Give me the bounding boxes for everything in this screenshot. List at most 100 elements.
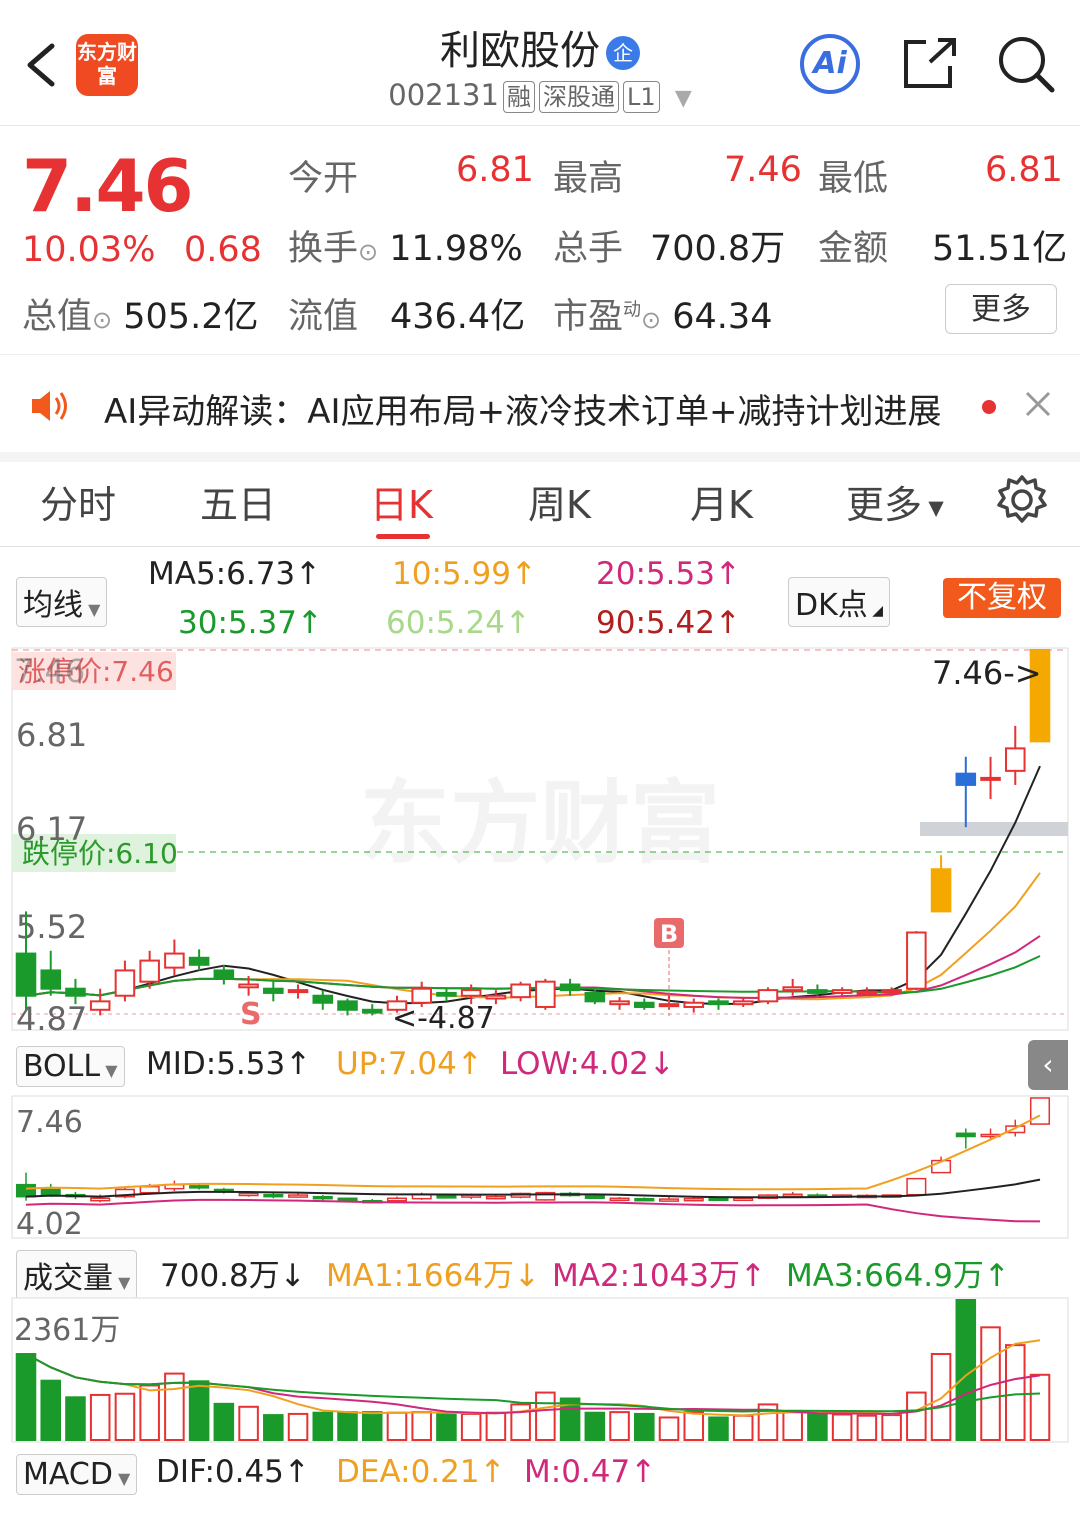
- candle-body: [65, 987, 86, 997]
- candle-body: [906, 931, 927, 990]
- settings-gear-icon[interactable]: [996, 474, 1048, 526]
- boll-candle-body: [15, 1183, 37, 1198]
- svg-text:B: B: [660, 920, 678, 948]
- tab-weekly-k[interactable]: 周K: [528, 474, 591, 529]
- boll-candle-body: [584, 1195, 605, 1200]
- macd-dif: DIF:0.45↑: [156, 1454, 310, 1490]
- volume-ma3: MA3:664.9万↑: [786, 1258, 1010, 1294]
- dk-select[interactable]: DK点 ◢: [788, 577, 890, 627]
- adjust-toggle[interactable]: 不复权: [943, 578, 1061, 618]
- candle-body: [708, 1000, 729, 1006]
- info-icon[interactable]: ⊙: [92, 306, 112, 334]
- boll-axis-top: 7.46: [16, 1105, 83, 1140]
- volume-bar: [361, 1411, 383, 1442]
- candle-body: [831, 989, 853, 994]
- tab-more[interactable]: 更多 ▼: [846, 474, 944, 529]
- volume-bar: [831, 1413, 853, 1441]
- low-value: 6.81: [985, 150, 1063, 190]
- volume-bar: [15, 1353, 37, 1441]
- indicator-select-boll[interactable]: BOLL ▼: [16, 1046, 125, 1087]
- collapse-icon[interactable]: ‹: [1028, 1040, 1068, 1090]
- low-price-pointer: <-4.87: [392, 1001, 495, 1034]
- candle-body: [312, 994, 334, 1004]
- volume-bar: [213, 1402, 235, 1441]
- high-label: 最高: [553, 159, 624, 199]
- ai-button[interactable]: Ai: [800, 34, 860, 94]
- info-icon[interactable]: ⊙: [358, 238, 378, 266]
- tab-five-day[interactable]: 五日: [200, 474, 276, 529]
- volume-bar: [139, 1384, 160, 1441]
- sell-marker[interactable]: S: [240, 997, 262, 1032]
- candle-body: [658, 1003, 680, 1008]
- boll-low: LOW:4.02↓: [500, 1046, 675, 1082]
- candle-body: [188, 956, 210, 966]
- axis-label-3: 6.17: [16, 810, 87, 848]
- search-icon[interactable]: [996, 34, 1056, 94]
- tab-monthly-k[interactable]: 月K: [690, 474, 753, 529]
- change-amount: 0.68: [184, 230, 262, 270]
- boll-candle-body: [238, 1192, 259, 1197]
- level-tag: L1: [622, 81, 660, 113]
- boll-chart[interactable]: 7.46 4.02: [0, 1094, 1080, 1240]
- boll-candle-body: [733, 1197, 754, 1202]
- boll-candle-body: [288, 1194, 309, 1198]
- ma5-value: MA5:6.73↑: [148, 556, 322, 592]
- ma20-value: 20:5.53↑: [596, 556, 741, 592]
- candle-body: [40, 969, 62, 990]
- volume-bar: [782, 1410, 803, 1441]
- candle-body: [807, 989, 828, 994]
- candle-body: [757, 989, 779, 1003]
- ai-news-text[interactable]: AI异动解读：AI应用布局+液冷技术订单+减持计划进展: [104, 384, 942, 433]
- volume-bar: [312, 1411, 334, 1441]
- tab-intraday[interactable]: 分时: [40, 474, 116, 529]
- candle-body: [634, 1001, 655, 1008]
- more-button[interactable]: 更多: [945, 284, 1057, 334]
- candle-body: [881, 989, 902, 994]
- ma60-value: 60:5.24↑: [386, 605, 531, 641]
- volume-bar: [930, 1353, 952, 1441]
- indicator-select-macd[interactable]: MACD ▼: [16, 1454, 138, 1495]
- volume-bar: [708, 1416, 729, 1442]
- volume-bar: [89, 1393, 111, 1441]
- boll-candle-body: [386, 1197, 408, 1202]
- kline-chart[interactable]: 东方财富 涨停价:7.46 跌停价:6.10 7.46 6.81 6.17 5.…: [0, 644, 1080, 1034]
- open-value: 6.81: [456, 150, 534, 190]
- volume-label: 总手: [553, 229, 624, 269]
- close-icon[interactable]: [1024, 390, 1052, 418]
- tab-daily-k[interactable]: 日K: [370, 474, 433, 529]
- volume-bar: [436, 1413, 457, 1441]
- volume-bar: [683, 1411, 705, 1442]
- candle-body: [535, 980, 556, 1008]
- candle-body: [263, 987, 284, 994]
- candle-body: [732, 1000, 754, 1006]
- volume-chart[interactable]: 2361万: [0, 1296, 1080, 1444]
- candle-body: [15, 952, 37, 997]
- volume-bar: [634, 1412, 655, 1442]
- candle-body: [485, 994, 507, 1000]
- top-bar: 东方财富 利欧股份企 002131 融深股通 L1 ▼ Ai: [0, 0, 1080, 126]
- boll-candle-body: [955, 1132, 976, 1138]
- volume-bar: [386, 1411, 408, 1441]
- candle-body: [139, 959, 160, 983]
- watermark: 东方财富: [360, 771, 720, 876]
- info-icon[interactable]: ⊙: [641, 306, 661, 334]
- volume-bar: [732, 1414, 754, 1442]
- ai-news-bar[interactable]: AI异动解读：AI应用布局+液冷技术订单+减持计划进展: [0, 356, 1080, 462]
- boll-candle-body: [189, 1185, 210, 1189]
- pe-item: 市盈动⊙ 64.34: [553, 297, 773, 337]
- speaker-icon: [32, 391, 67, 421]
- dropdown-icon[interactable]: ▼: [675, 86, 692, 111]
- axis-label-top: 7.46: [14, 652, 85, 690]
- indicator-select-ma[interactable]: 均线 ▼: [16, 577, 108, 627]
- volume-ma1: MA1:1664万↓: [326, 1258, 540, 1294]
- candle-body: [559, 983, 581, 992]
- volume-bar: [535, 1391, 556, 1442]
- share-icon[interactable]: [900, 36, 960, 92]
- boll-candle-body: [312, 1195, 333, 1200]
- candle-body: [89, 1000, 111, 1011]
- indicator-select-volume[interactable]: 成交量 ▼: [16, 1250, 138, 1300]
- volume-bar: [238, 1405, 259, 1441]
- candle-body: [609, 1000, 630, 1006]
- high-value: 7.46: [724, 150, 802, 190]
- float-label: 流值: [288, 297, 359, 337]
